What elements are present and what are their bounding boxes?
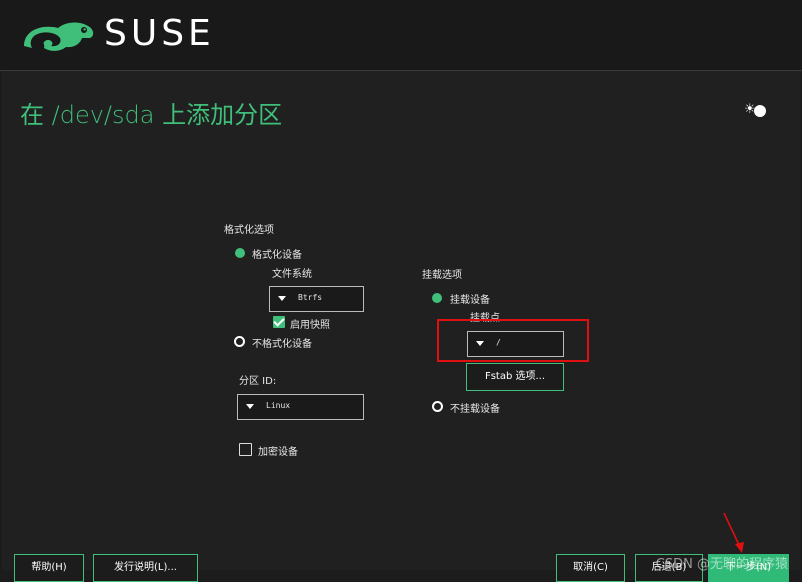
main-content: 在 /dev/sda 上添加分区 ☀ 格式化选项 格式化设备 文件系统 Btrf… xyxy=(2,71,800,582)
encrypt-device-label[interactable]: 加密设备 xyxy=(258,443,298,458)
help-button[interactable]: 帮助(H) xyxy=(14,554,84,582)
cancel-button[interactable]: 取消(C) xyxy=(556,554,625,582)
suse-chameleon-logo xyxy=(24,22,94,53)
partition-id-select[interactable]: Linux xyxy=(237,394,364,420)
no-mount-radio[interactable] xyxy=(432,401,443,412)
chevron-down-icon xyxy=(246,404,254,409)
brand-name: SUSE xyxy=(104,13,215,54)
filesystem-select[interactable]: Btrfs xyxy=(269,286,364,312)
format-device-radio[interactable] xyxy=(235,248,245,258)
header-bar: SUSE xyxy=(0,0,802,71)
mount-point-value: / xyxy=(496,338,501,347)
filesystem-value: Btrfs xyxy=(298,293,323,302)
encrypt-device-checkbox[interactable] xyxy=(239,443,252,456)
partition-id-label: 分区 ID: xyxy=(239,376,277,387)
no-mount-label[interactable]: 不挂载设备 xyxy=(450,400,500,415)
release-notes-button[interactable]: 发行说明(L)... xyxy=(93,554,198,582)
fstab-options-button[interactable]: Fstab 选项... xyxy=(466,363,564,391)
annotation-arrow xyxy=(723,512,744,553)
chevron-down-icon xyxy=(476,341,484,346)
enable-snapshots-label[interactable]: 启用快照 xyxy=(290,316,330,331)
watermark: CSDN @无聊的程序猿 xyxy=(655,557,788,572)
enable-snapshots-checkbox[interactable] xyxy=(273,316,285,328)
mount-device-radio[interactable] xyxy=(432,293,442,303)
no-format-radio[interactable] xyxy=(234,336,245,347)
format-device-label[interactable]: 格式化设备 xyxy=(252,246,302,261)
partition-id-value: Linux xyxy=(266,401,291,410)
theme-toggle-icon[interactable]: ☀ xyxy=(744,102,770,121)
chevron-down-icon xyxy=(278,296,286,301)
no-format-label[interactable]: 不格式化设备 xyxy=(252,335,312,350)
mount-options-label: 挂载选项 xyxy=(422,270,462,281)
format-options-label: 格式化选项 xyxy=(224,225,274,236)
mount-device-label[interactable]: 挂载设备 xyxy=(450,291,490,306)
mount-point-select[interactable]: / xyxy=(467,331,564,357)
page-title: 在 /dev/sda 上添加分区 xyxy=(20,101,283,129)
moon-icon xyxy=(754,105,766,117)
filesystem-label: 文件系统 xyxy=(272,269,312,280)
